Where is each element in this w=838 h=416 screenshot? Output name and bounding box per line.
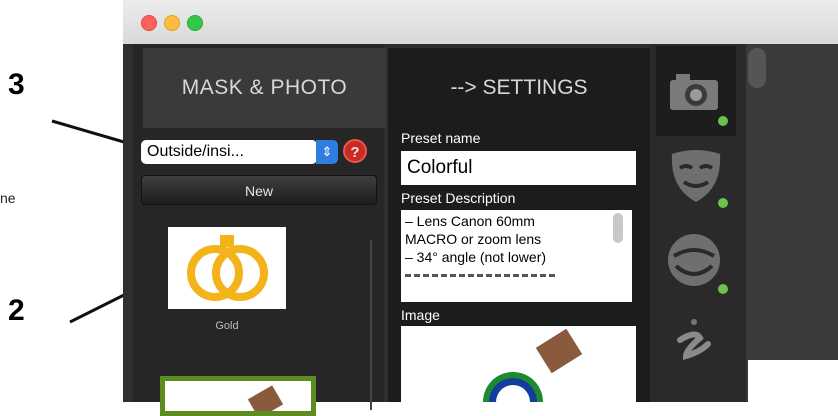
- status-dot: [718, 116, 728, 126]
- chevron-updown-icon[interactable]: ⇕: [316, 140, 338, 164]
- preset-description-label: Preset Description: [401, 190, 516, 206]
- description-line: – Lens Canon 60mm: [405, 213, 535, 229]
- preset-name-label: Preset name: [401, 130, 481, 146]
- preset-thumbnail-gold[interactable]: [168, 227, 286, 309]
- mask-tool[interactable]: [656, 136, 736, 226]
- watch-icon: [247, 385, 284, 416]
- window-titlebar: [123, 0, 838, 44]
- smiley-tool[interactable]: [656, 222, 736, 312]
- workspace-area: [746, 44, 838, 402]
- ring-icon: [187, 235, 268, 301]
- smiley-face-icon: [668, 234, 720, 286]
- list-scrollbar[interactable]: [370, 240, 372, 410]
- image-label: Image: [401, 307, 440, 323]
- truncated-line: [405, 274, 555, 277]
- brush-tool[interactable]: [656, 310, 736, 400]
- preset-name-input[interactable]: Colorful: [401, 151, 636, 185]
- svg-text:?: ?: [350, 144, 359, 161]
- mask-mode-select[interactable]: Outside/insi...: [141, 140, 317, 164]
- description-scrollbar[interactable]: [613, 213, 623, 243]
- preset-thumbnail-selected[interactable]: [160, 376, 316, 416]
- status-dot: [718, 198, 728, 208]
- canvas-edge: [748, 360, 838, 402]
- zoom-window-icon[interactable]: [187, 15, 203, 31]
- tab-settings[interactable]: --> SETTINGS: [388, 48, 650, 128]
- description-line: – 34° angle (not lower): [405, 249, 547, 265]
- description-line: MACRO or zoom lens: [405, 231, 542, 247]
- help-icon[interactable]: ?: [342, 138, 368, 164]
- thumbnail-label: Gold: [215, 320, 239, 332]
- squiggle-icon: [677, 319, 711, 360]
- minimize-window-icon[interactable]: [164, 15, 180, 31]
- camera-tool[interactable]: [656, 46, 736, 136]
- new-preset-button[interactable]: New: [141, 175, 377, 205]
- image-preview[interactable]: [401, 326, 636, 416]
- mask-face-icon: [671, 150, 721, 202]
- status-dot: [718, 284, 728, 294]
- watch-image-icon: [483, 328, 583, 416]
- tab-mask-photo[interactable]: MASK & PHOTO: [143, 48, 386, 128]
- partial-control[interactable]: [748, 48, 766, 88]
- preset-description-textarea[interactable]: – Lens Canon 60mm MACRO or zoom lens – 3…: [401, 210, 632, 302]
- close-window-icon[interactable]: [141, 15, 157, 31]
